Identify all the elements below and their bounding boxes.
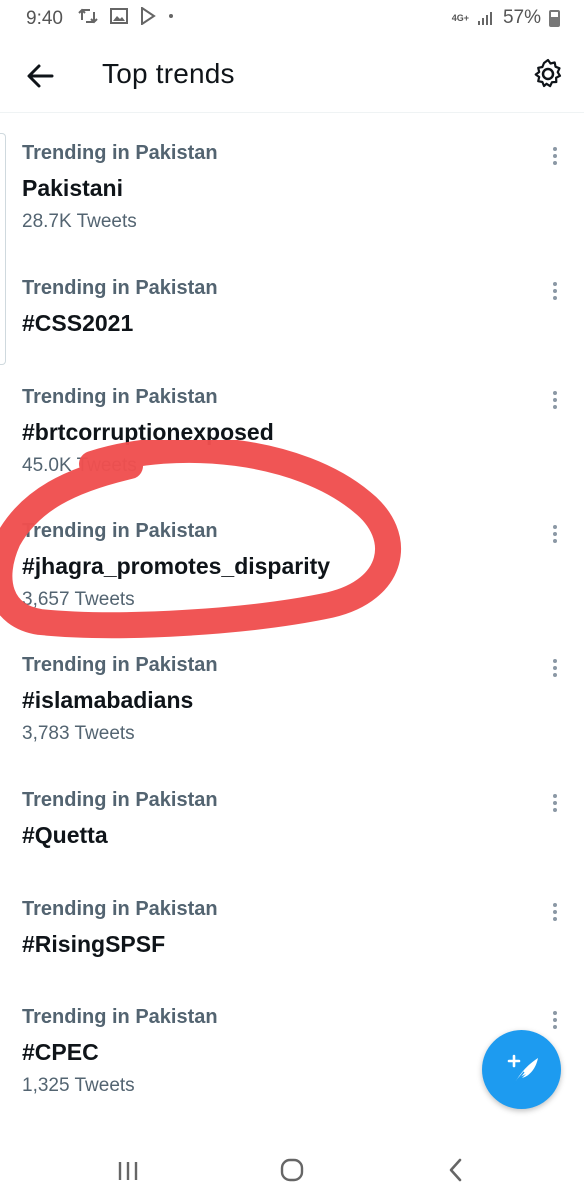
trend-count: 3,657 Tweets <box>22 589 135 610</box>
battery-percent: 57% <box>502 7 541 28</box>
trend-count: 45.0K Tweets <box>22 455 137 476</box>
trend-context: Trending in Pakistan <box>22 898 218 920</box>
trend-context: Trending in Pakistan <box>22 1006 218 1028</box>
back-arrow-icon[interactable] <box>22 58 58 94</box>
trend-context: Trending in Pakistan <box>22 654 218 676</box>
signal-icon <box>477 12 492 25</box>
trend-context: Trending in Pakistan <box>22 789 218 811</box>
battery-icon <box>549 9 560 27</box>
network-type: 4G+ <box>451 12 469 23</box>
recent-apps-icon[interactable] <box>108 1150 148 1190</box>
trend-context: Trending in Pakistan <box>22 520 218 542</box>
back-nav-icon[interactable] <box>436 1150 476 1190</box>
gear-icon[interactable] <box>530 56 566 92</box>
play-store-notification-icon <box>141 7 156 25</box>
trend-name: #brtcorruptionexposed <box>22 419 274 445</box>
trend-count: 3,783 Tweets <box>22 723 135 744</box>
status-right: 4G+ 57% <box>452 7 560 29</box>
trend-context: Trending in Pakistan <box>22 142 218 164</box>
home-icon[interactable] <box>272 1150 312 1190</box>
more-options-icon[interactable] <box>550 794 560 814</box>
trend-name: #Quetta <box>22 822 108 848</box>
more-options-icon[interactable] <box>550 1011 560 1031</box>
trend-name: #islamabadians <box>22 687 194 713</box>
timeline-edge <box>0 133 6 365</box>
compose-tweet-button[interactable] <box>482 1030 561 1109</box>
more-options-icon[interactable] <box>550 147 560 167</box>
more-options-icon[interactable] <box>550 391 560 411</box>
status-time: 9:40 <box>26 8 63 29</box>
retweet-notification-icon <box>78 8 98 24</box>
trend-name: #jhagra_promotes_disparity <box>22 553 331 579</box>
trend-context: Trending in Pakistan <box>22 386 218 408</box>
more-options-icon[interactable] <box>550 659 560 679</box>
notification-icons <box>78 7 174 25</box>
trend-count: 28.7K Tweets <box>22 211 137 232</box>
gallery-notification-icon <box>110 8 128 24</box>
more-notifications-dot-icon <box>169 14 173 18</box>
more-options-icon[interactable] <box>550 525 560 545</box>
more-options-icon[interactable] <box>550 282 560 302</box>
trend-name: Pakistani <box>22 175 123 201</box>
system-nav-bar <box>0 1140 584 1200</box>
page-title: Top trends <box>102 58 235 89</box>
more-options-icon[interactable] <box>550 903 560 923</box>
feather-plus-icon <box>507 1054 538 1085</box>
trend-name: #CPEC <box>22 1039 99 1065</box>
status-bar: 9:40 4G+ 57% <box>0 0 584 36</box>
trend-context: Trending in Pakistan <box>22 277 218 299</box>
top-app-bar: Top trends <box>0 36 584 113</box>
trend-name: #RisingSPSF <box>22 931 166 957</box>
trend-count: 1,325 Tweets <box>22 1075 135 1096</box>
trend-name: #CSS2021 <box>22 310 134 336</box>
